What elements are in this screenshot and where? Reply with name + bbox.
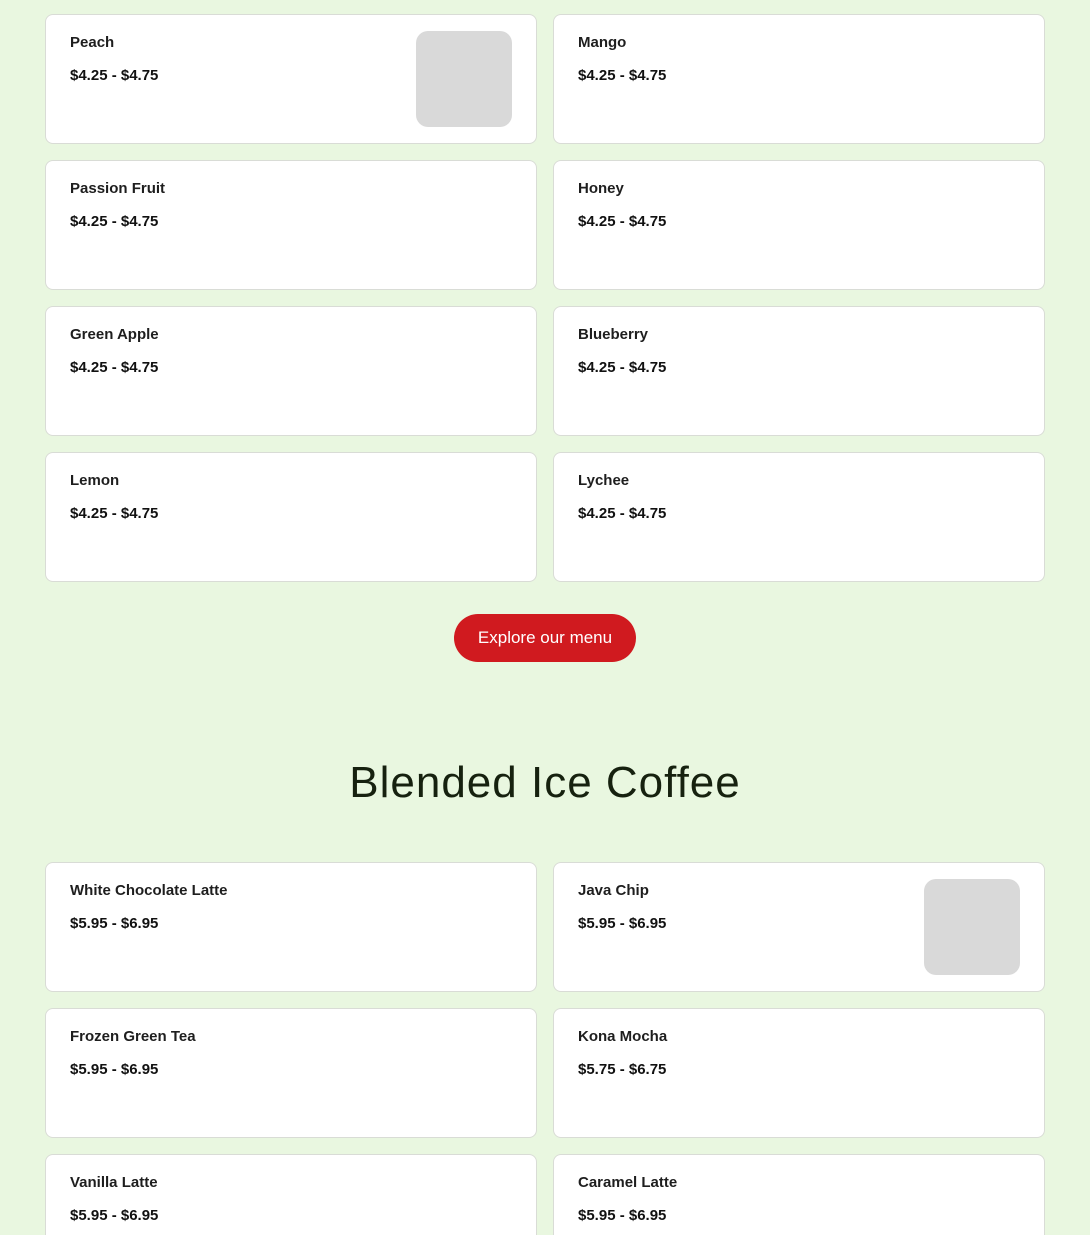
item-price: $5.95 - $6.95	[70, 915, 159, 932]
item-name: Lychee	[578, 472, 630, 489]
item-name: Java Chip	[578, 882, 649, 899]
menu-card-honey[interactable]: Honey $4.25 - $4.75	[553, 160, 1045, 290]
menu-card-java-chip[interactable]: Java Chip $5.95 - $6.95	[553, 862, 1045, 992]
item-name: Passion Fruit	[70, 180, 166, 197]
item-name: Peach	[70, 34, 115, 51]
item-image-placeholder	[416, 31, 512, 127]
item-name: Blueberry	[578, 326, 649, 343]
item-name: Lemon	[70, 472, 120, 489]
menu-card-blueberry[interactable]: Blueberry $4.25 - $4.75	[553, 306, 1045, 436]
item-name: White Chocolate Latte	[70, 882, 228, 899]
menu-card-lychee[interactable]: Lychee $4.25 - $4.75	[553, 452, 1045, 582]
item-price: $4.25 - $4.75	[70, 67, 159, 84]
item-name: Mango	[578, 34, 627, 51]
cta-container: Explore our menu	[0, 614, 1090, 662]
item-name: Vanilla Latte	[70, 1174, 158, 1191]
item-name: Green Apple	[70, 326, 159, 343]
item-price: $4.25 - $4.75	[578, 67, 667, 84]
menu-card-lemon[interactable]: Lemon $4.25 - $4.75	[45, 452, 537, 582]
item-price: $5.95 - $6.95	[578, 915, 667, 932]
section-title-blended-ice-coffee: Blended Ice Coffee	[349, 758, 741, 807]
menu-grid-fruit: Peach $4.25 - $4.75 Mango $4.25 - $4.75 …	[45, 14, 1045, 582]
item-name: Frozen Green Tea	[70, 1028, 196, 1045]
item-price: $4.25 - $4.75	[70, 505, 159, 522]
menu-card-mango[interactable]: Mango $4.25 - $4.75	[553, 14, 1045, 144]
menu-card-peach[interactable]: Peach $4.25 - $4.75	[45, 14, 537, 144]
menu-card-caramel-latte[interactable]: Caramel Latte $5.95 - $6.95	[553, 1154, 1045, 1235]
item-price: $4.25 - $4.75	[70, 359, 159, 376]
item-price: $4.25 - $4.75	[578, 359, 667, 376]
item-price: $5.75 - $6.75	[578, 1061, 667, 1078]
menu-page: Peach $4.25 - $4.75 Mango $4.25 - $4.75 …	[0, 0, 1090, 1235]
menu-card-passion-fruit[interactable]: Passion Fruit $4.25 - $4.75	[45, 160, 537, 290]
menu-card-vanilla-latte[interactable]: Vanilla Latte $5.95 - $6.95	[45, 1154, 537, 1235]
item-price: $5.95 - $6.95	[70, 1207, 159, 1224]
item-name: Kona Mocha	[578, 1028, 668, 1045]
item-price: $5.95 - $6.95	[70, 1061, 159, 1078]
menu-card-green-apple[interactable]: Green Apple $4.25 - $4.75	[45, 306, 537, 436]
menu-card-white-chocolate-latte[interactable]: White Chocolate Latte $5.95 - $6.95	[45, 862, 537, 992]
menu-card-kona-mocha[interactable]: Kona Mocha $5.75 - $6.75	[553, 1008, 1045, 1138]
item-price: $5.95 - $6.95	[578, 1207, 667, 1224]
menu-grid-blended-ice-coffee: White Chocolate Latte $5.95 - $6.95 Java…	[45, 862, 1045, 1235]
item-image-placeholder	[924, 879, 1020, 975]
item-price: $4.25 - $4.75	[578, 505, 667, 522]
menu-card-frozen-green-tea[interactable]: Frozen Green Tea $5.95 - $6.95	[45, 1008, 537, 1138]
explore-menu-button[interactable]: Explore our menu	[453, 614, 637, 662]
item-name: Honey	[578, 180, 624, 197]
item-name: Caramel Latte	[578, 1174, 678, 1191]
item-price: $4.25 - $4.75	[578, 213, 667, 230]
item-price: $4.25 - $4.75	[70, 213, 159, 230]
